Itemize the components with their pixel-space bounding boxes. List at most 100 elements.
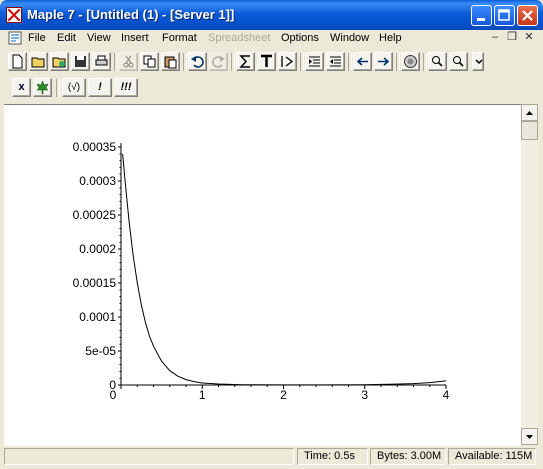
redo-button[interactable] — [209, 52, 228, 71]
menu-format[interactable]: Format — [162, 32, 197, 44]
x-tick-label: 3 — [361, 388, 368, 402]
plot-canvas: 0 5e-05 0.0001 0.00015 0.0002 0.00025 0.0003 0.… — [73, 140, 450, 402]
doc-restore-icon[interactable]: ❐ — [505, 31, 519, 45]
stop-icon — [404, 55, 417, 68]
insert-prompt-button[interactable] — [278, 52, 297, 71]
status-time: Time: 0.5s — [297, 448, 368, 465]
open-folder-icon — [31, 57, 45, 68]
plot-curve — [122, 153, 447, 386]
menu-file[interactable]: File — [28, 32, 46, 44]
zoom-out-button[interactable] — [449, 52, 468, 71]
x-tick-label: 1 — [199, 388, 206, 402]
y-tick-label: 5e-05 — [85, 344, 116, 358]
vertical-scrollbar[interactable] — [521, 104, 538, 445]
status-message — [4, 448, 294, 465]
indent-icon — [309, 56, 320, 67]
new-document-button[interactable] — [8, 52, 27, 71]
menu-edit[interactable]: Edit — [57, 32, 76, 44]
maximize-button[interactable] — [494, 5, 515, 26]
minimize-icon — [477, 18, 485, 21]
cut-button[interactable] — [119, 52, 138, 71]
minimize-button[interactable] — [471, 5, 492, 26]
forward-button[interactable] — [374, 52, 393, 71]
maple-leaf-icon — [36, 80, 49, 95]
status-available: Available: 115M — [448, 448, 536, 465]
copy-icon — [143, 55, 156, 68]
menu-insert[interactable]: Insert — [121, 32, 149, 44]
worksheet-icon[interactable] — [8, 31, 22, 45]
open-url-icon — [52, 57, 66, 68]
forward-icon — [378, 57, 390, 66]
prompt-icon — [281, 56, 294, 67]
close-icon — [522, 10, 533, 21]
zoom-out-icon — [453, 56, 464, 67]
zoom-in-icon — [432, 56, 443, 67]
status-bytes: Bytes: 3.00M — [370, 448, 446, 465]
back-icon — [356, 57, 368, 66]
menu-window[interactable]: Window — [330, 32, 369, 44]
redo-icon — [212, 56, 225, 68]
paste-icon — [164, 56, 177, 69]
menu-options[interactable]: Options — [281, 32, 319, 44]
y-tick-label: 0.00035 — [73, 140, 117, 154]
plot-region[interactable]: 0 5e-05 0.0001 0.00015 0.0002 0.00025 0.0003 0.… — [44, 137, 464, 407]
scroll-down-button[interactable] — [521, 428, 538, 445]
undo-icon — [191, 56, 204, 68]
y-tick-labels: 05e-050.00010.000150.00020.000250.00030.… — [73, 140, 121, 392]
print-button[interactable] — [92, 52, 111, 71]
doc-close-icon[interactable]: ✕ — [522, 31, 536, 45]
execute-group-button[interactable]: ! — [88, 78, 112, 97]
x-tick-label: 4 — [443, 388, 450, 402]
undo-button[interactable] — [188, 52, 207, 71]
paste-button[interactable] — [161, 52, 180, 71]
context-toolbar: x (√) ! !!! — [4, 76, 539, 102]
open-button[interactable] — [29, 52, 48, 71]
y-tick-label: 0.0002 — [79, 242, 116, 256]
main-toolbar — [4, 50, 539, 76]
sigma-icon — [239, 55, 250, 68]
zoom-in-button[interactable] — [428, 52, 447, 71]
scroll-thumb[interactable] — [521, 121, 538, 140]
arrow-down-icon — [526, 435, 533, 439]
stop-button[interactable] — [401, 52, 420, 71]
save-button[interactable] — [71, 52, 90, 71]
execute-all-button[interactable]: !!! — [114, 78, 138, 97]
bang-label: ! — [98, 81, 102, 93]
title-bar[interactable]: Maple 7 - [Untitled (1) - [Server 1]] — [0, 0, 543, 30]
y-tick-label: 0.0001 — [79, 310, 116, 324]
worksheet-area[interactable]: 0 5e-05 0.0001 0.00015 0.0002 0.00025 0.0003 0.… — [4, 104, 521, 446]
y-tick-label: 0.0003 — [79, 174, 116, 188]
scroll-up-button[interactable] — [521, 104, 538, 121]
window-title: Maple 7 - [Untitled (1) - [Server 1]] — [27, 7, 235, 22]
menu-help[interactable]: Help — [379, 32, 402, 44]
print-icon — [95, 55, 108, 66]
text-input-button[interactable] — [257, 52, 276, 71]
sqrt-button[interactable]: (√) — [62, 78, 86, 97]
text-icon — [261, 54, 272, 67]
toolbar-overflow-button[interactable] — [472, 52, 484, 71]
indent-button[interactable] — [305, 52, 324, 71]
outdent-button[interactable] — [326, 52, 345, 71]
bang3-label: !!! — [120, 81, 132, 93]
maximize-icon — [498, 9, 510, 21]
x-tick-label: 0 — [110, 388, 117, 402]
new-document-icon — [12, 54, 23, 69]
math-input-button[interactable] — [236, 52, 255, 71]
menu-spreadsheet: Spreadsheet — [208, 32, 271, 44]
close-button[interactable] — [517, 5, 538, 26]
back-button[interactable] — [353, 52, 372, 71]
chevron-down-icon — [475, 59, 483, 65]
copy-button[interactable] — [140, 52, 159, 71]
maple-app-icon[interactable] — [6, 7, 22, 23]
y-tick-label: 0.00015 — [73, 276, 117, 290]
plot-axes — [120, 143, 446, 386]
maple-leaf-button[interactable] — [33, 78, 52, 97]
menu-bar: File Edit View Insert Format Spreadsheet… — [4, 30, 539, 48]
x-tick-labels: 0 1 2 3 4 — [110, 385, 450, 402]
execute-button[interactable]: x — [12, 78, 31, 97]
arrow-up-icon — [526, 111, 533, 115]
doc-minimize-icon[interactable]: – — [488, 31, 502, 45]
menu-view[interactable]: View — [87, 32, 111, 44]
open-url-button[interactable] — [50, 52, 69, 71]
cut-icon — [123, 55, 134, 68]
